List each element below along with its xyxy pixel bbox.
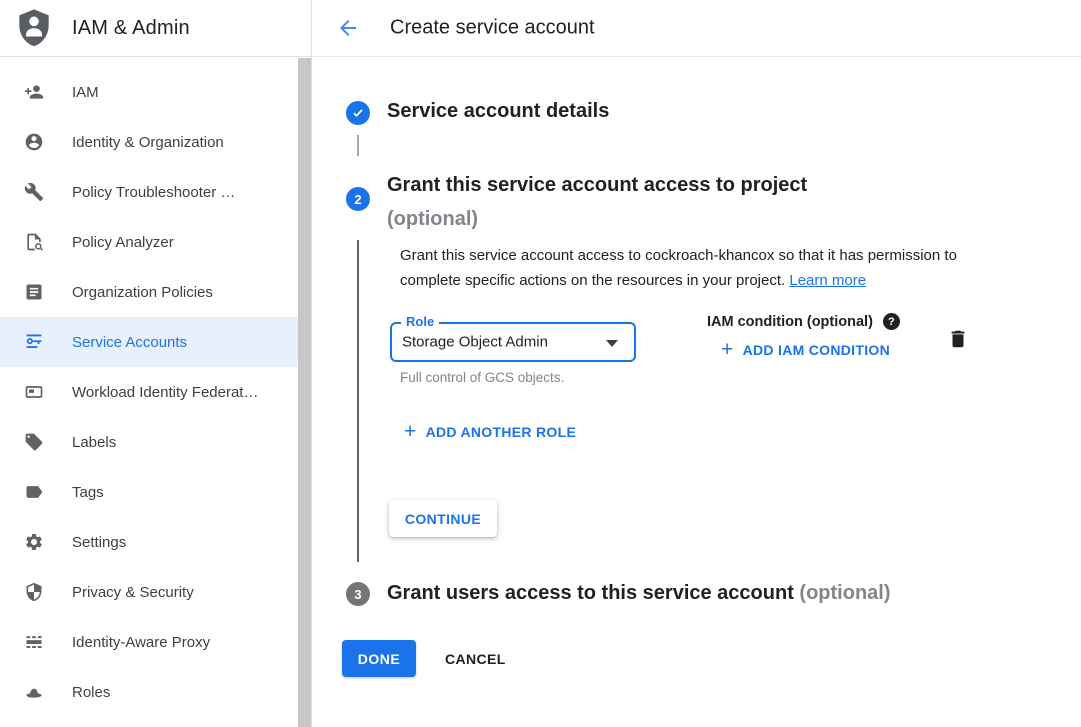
account-circle-icon xyxy=(24,132,44,152)
role-selected-value: Storage Object Admin xyxy=(402,334,548,351)
continue-button[interactable]: CONTINUE xyxy=(389,500,497,537)
learn-more-link[interactable]: Learn more xyxy=(789,272,866,289)
sidebar-item-label: Identity & Organization xyxy=(72,134,224,151)
sidebar-item-label: Policy Troubleshooter … xyxy=(72,184,235,201)
sidebar-item-label: IAM xyxy=(72,84,99,101)
add-iam-condition-button[interactable]: + ADD IAM CONDITION xyxy=(721,342,890,358)
help-icon[interactable]: ? xyxy=(883,313,900,330)
sidebar-item-workload-identity-federation[interactable]: Workload Identity Federat… xyxy=(0,367,298,417)
dropdown-caret-icon xyxy=(606,340,618,347)
sidebar-item-label: Settings xyxy=(72,534,126,551)
delete-role-trash-icon[interactable] xyxy=(947,327,969,351)
sidebar-item-organization-policies[interactable]: Organization Policies xyxy=(0,267,298,317)
step3-title-text: Grant users access to this service accou… xyxy=(387,582,794,604)
step2-title-text: Grant this service account access to pro… xyxy=(387,168,807,202)
step3-title: Grant users access to this service accou… xyxy=(387,582,891,605)
article-icon xyxy=(24,282,44,302)
step2-description: Grant this service account access to coc… xyxy=(400,243,984,293)
card-icon xyxy=(24,382,44,402)
role-select[interactable]: Role Storage Object Admin xyxy=(390,322,636,362)
sidebar-item-label: Policy Analyzer xyxy=(72,234,174,251)
sidebar-item-label: Service Accounts xyxy=(72,334,187,351)
person-add-icon xyxy=(24,82,44,102)
sidebar-item-tags[interactable]: Tags xyxy=(0,467,298,517)
sidebar-item-privacy-security[interactable]: Privacy & Security xyxy=(0,567,298,617)
sidebar-item-label: Roles xyxy=(72,684,110,701)
service-account-key-icon xyxy=(24,332,44,352)
shield-half-icon xyxy=(24,582,44,602)
sidebar-item-label: Workload Identity Federat… xyxy=(72,384,258,401)
step1-title: Service account details xyxy=(387,100,609,123)
sidebar-scrollbar[interactable] xyxy=(298,58,311,727)
app-title: IAM & Admin xyxy=(72,17,190,40)
sidebar-item-labels[interactable]: Labels xyxy=(0,417,298,467)
add-another-role-label: ADD ANOTHER ROLE xyxy=(426,424,577,440)
proxy-strip-icon xyxy=(24,632,44,652)
cancel-button[interactable]: CANCEL xyxy=(445,641,506,676)
sidebar-item-settings[interactable]: Settings xyxy=(0,517,298,567)
step3-optional-text: (optional) xyxy=(799,582,890,604)
sidebar-item-roles[interactable]: Roles xyxy=(0,667,298,717)
iam-condition-header: IAM condition (optional) ? xyxy=(707,313,900,330)
sidebar-header: IAM & Admin xyxy=(0,0,311,57)
iam-condition-label: IAM condition (optional) xyxy=(707,314,873,330)
add-another-role-button[interactable]: + ADD ANOTHER ROLE xyxy=(404,424,576,440)
wrench-icon xyxy=(24,182,44,202)
add-iam-condition-label: ADD IAM CONDITION xyxy=(743,342,890,358)
policy-analyzer-icon xyxy=(24,232,44,252)
sidebar-item-identity-aware-proxy[interactable]: Identity-Aware Proxy xyxy=(0,617,298,667)
plus-icon: + xyxy=(721,342,734,358)
iam-admin-shield-icon xyxy=(18,9,50,47)
label-arrow-icon xyxy=(24,482,44,502)
role-field-label: Role xyxy=(401,314,439,329)
sidebar-item-label: Labels xyxy=(72,434,116,451)
sidebar-item-label: Tags xyxy=(72,484,104,501)
sidebar-item-label: Organization Policies xyxy=(72,284,213,301)
step3-number: 3 xyxy=(354,587,361,602)
sidebar-nav: IAM Identity & Organization Policy Troub… xyxy=(0,67,298,717)
step-connector xyxy=(357,135,359,156)
step2-optional-text: (optional) xyxy=(387,202,807,236)
sidebar-item-policy-analyzer[interactable]: Policy Analyzer xyxy=(0,217,298,267)
step2-number-badge: 2 xyxy=(346,187,370,211)
step2-title: Grant this service account access to pro… xyxy=(387,168,807,236)
sidebar-item-identity-organization[interactable]: Identity & Organization xyxy=(0,117,298,167)
sidebar-item-label: Privacy & Security xyxy=(72,584,194,601)
page-header: Create service account xyxy=(312,0,1081,57)
done-button[interactable]: DONE xyxy=(342,640,416,677)
sidebar-item-policy-troubleshooter[interactable]: Policy Troubleshooter … xyxy=(0,167,298,217)
sidebar: IAM & Admin IAM Identity & Organization … xyxy=(0,0,312,727)
step2-number: 2 xyxy=(354,192,361,207)
page-title: Create service account xyxy=(390,17,595,40)
plus-icon: + xyxy=(404,424,417,440)
hat-icon xyxy=(24,682,44,702)
gear-icon xyxy=(24,532,44,552)
back-arrow-icon[interactable] xyxy=(336,16,360,40)
tag-icon xyxy=(24,432,44,452)
step1-complete-check-icon xyxy=(346,101,370,125)
step3-number-badge: 3 xyxy=(346,582,370,606)
step-connector xyxy=(357,240,359,562)
role-helper-text: Full control of GCS objects. xyxy=(400,370,564,385)
sidebar-item-service-accounts[interactable]: Service Accounts xyxy=(0,317,298,367)
step2-description-text: Grant this service account access to coc… xyxy=(400,247,957,289)
sidebar-item-label: Identity-Aware Proxy xyxy=(72,634,210,651)
sidebar-item-iam[interactable]: IAM xyxy=(0,67,298,117)
